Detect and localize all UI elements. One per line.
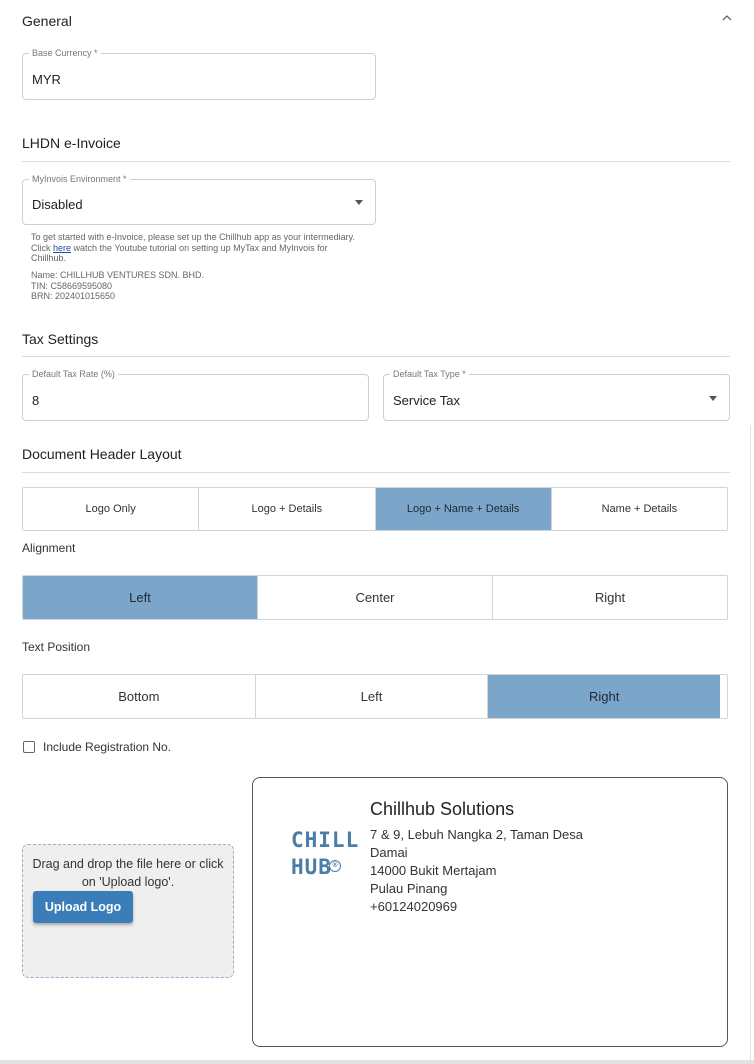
- divider: [22, 161, 730, 162]
- company-tin-line: TIN: C58669595080: [31, 280, 113, 291]
- company-name-line: Name: CHILLHUB VENTURES SDN. BHD.: [31, 270, 205, 280]
- default-tax-rate-value: 8: [32, 393, 40, 408]
- tutorial-link[interactable]: here: [53, 243, 71, 253]
- default-tax-type-label: Default Tax Type *: [390, 369, 469, 380]
- caret-down-icon: [709, 396, 717, 401]
- preview-address-line: 7 & 9, Lebuh Nangka 2, Taman Desa: [370, 827, 583, 842]
- section-title-lhdn: LHDN e-Invoice: [22, 135, 121, 151]
- preview-address-line: Pulau Pinang: [370, 881, 448, 896]
- base-currency-label: Base Currency *: [29, 48, 101, 59]
- text-position-toggle: Bottom Left Right: [22, 674, 728, 719]
- logo-text-line2: HUB: [291, 855, 332, 879]
- alignment-center[interactable]: Center: [258, 576, 493, 619]
- preview-address-line: 14000 Bukit Mertajam: [370, 863, 497, 878]
- section-title-header-layout: Document Header Layout: [22, 446, 182, 462]
- text-position-right[interactable]: Right: [488, 675, 721, 718]
- include-registration-label: Include Registration No.: [43, 740, 172, 754]
- caret-down-icon: [355, 200, 363, 205]
- bottom-edge: [0, 1060, 754, 1064]
- text-position-bottom[interactable]: Bottom: [23, 675, 256, 718]
- default-tax-type-select[interactable]: Default Tax Type * Service Tax: [383, 369, 730, 421]
- preview-address-line: Damai: [370, 845, 408, 860]
- upload-logo-button[interactable]: Upload Logo: [33, 891, 133, 923]
- scroll-edge: [750, 425, 751, 1060]
- company-brn-line: BRN: 202401015650: [31, 291, 116, 301]
- header-layout-name-details[interactable]: Name + Details: [551, 488, 727, 530]
- header-layout-toggle: Logo Only Logo + Details Logo + Name + D…: [22, 487, 728, 531]
- include-registration-checkbox[interactable]: [23, 741, 35, 753]
- logo-mark-icon: ®: [329, 860, 341, 872]
- header-layout-logo-only[interactable]: Logo Only: [23, 488, 200, 530]
- section-title-general: General: [22, 13, 72, 29]
- preview-company-name: Chillhub Solutions: [370, 799, 515, 819]
- logo-dropzone[interactable]: Drag and drop the file here or click on …: [22, 844, 234, 978]
- alignment-title: Alignment: [22, 541, 76, 555]
- chevron-up-icon[interactable]: [721, 14, 733, 22]
- default-tax-rate-field[interactable]: Default Tax Rate (%) 8: [22, 369, 369, 421]
- base-currency-field[interactable]: Base Currency * MYR: [22, 48, 376, 100]
- divider: [22, 356, 730, 357]
- logo-text-line1: CHILL: [291, 828, 360, 852]
- alignment-left[interactable]: Left: [23, 576, 258, 619]
- header-layout-logo-name-details[interactable]: Logo + Name + Details: [375, 488, 552, 530]
- text-position-left[interactable]: Left: [255, 675, 489, 718]
- section-title-tax: Tax Settings: [22, 331, 99, 347]
- preview-address: 7 & 9, Lebuh Nangka 2, Taman Desa Damai …: [370, 826, 583, 916]
- divider: [22, 472, 730, 473]
- dropzone-prompt: Drag and drop the file here or click on …: [32, 857, 224, 889]
- myinvois-environment-label: MyInvois Environment *: [29, 174, 130, 185]
- text-position-title: Text Position: [22, 640, 91, 654]
- myinvois-environment-select[interactable]: MyInvois Environment * Disabled: [22, 174, 376, 225]
- header-preview: CHILL HUB ® Chillhub Solutions 7 & 9, Le…: [252, 777, 728, 1047]
- default-tax-rate-label: Default Tax Rate (%): [29, 369, 118, 380]
- myinvois-environment-value: Disabled: [32, 197, 83, 212]
- einvoice-instructions: To get started with e-Invoice, please se…: [31, 232, 356, 263]
- company-registration-info: Name: CHILLHUB VENTURES SDN. BHD. TIN: C…: [31, 270, 204, 302]
- alignment-toggle: Left Center Right: [22, 575, 728, 620]
- header-layout-logo-details[interactable]: Logo + Details: [199, 488, 376, 530]
- preview-phone: +60124020969: [370, 899, 458, 914]
- base-currency-value: MYR: [32, 72, 61, 87]
- alignment-right[interactable]: Right: [493, 576, 727, 619]
- default-tax-type-value: Service Tax: [393, 393, 460, 408]
